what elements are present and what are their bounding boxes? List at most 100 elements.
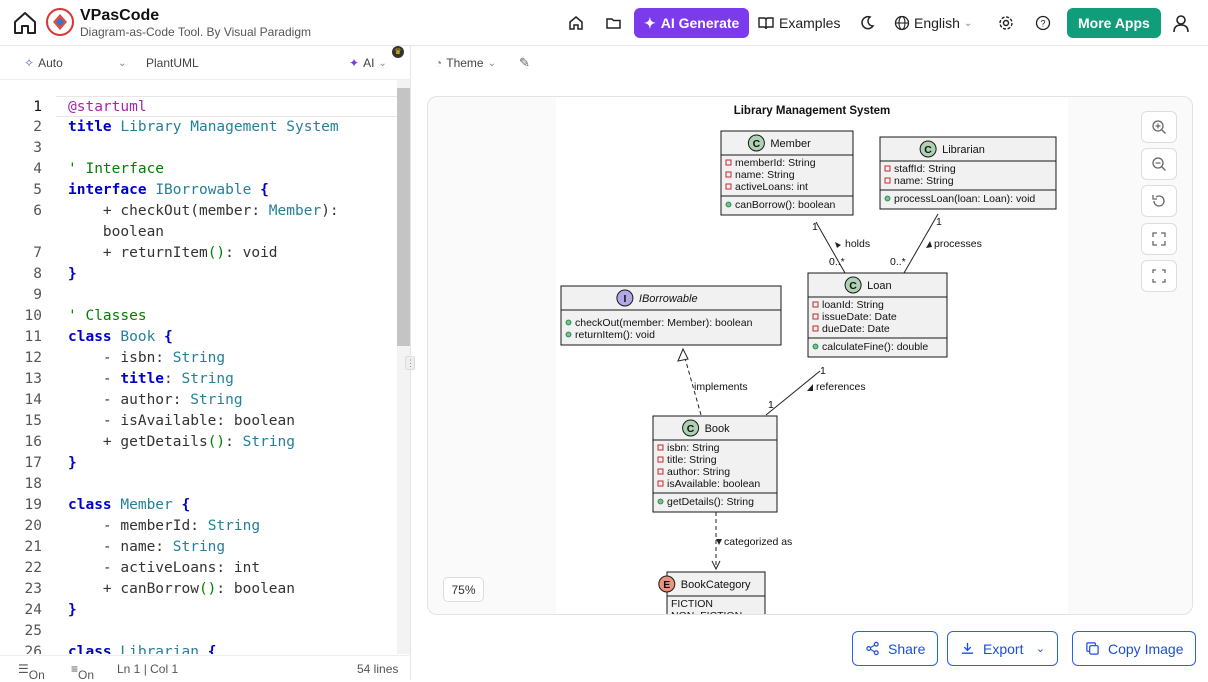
code-text: } [68,264,77,285]
code-line: 9 [0,285,397,306]
minimap-toggle[interactable]: ≡ On [71,662,94,682]
app-logo [46,8,74,36]
code-token: String [207,518,261,534]
status-bar: ☰ On ≡ On Ln 1 | Col 1 54 lines [0,655,411,682]
code-text: + canBorrow(): boolean [68,579,295,600]
code-token: } [68,455,77,471]
code-token: } [68,266,77,282]
stereotype-letter: C [687,423,695,435]
code-text: + getDetails(): String [68,432,295,453]
line-number: 26 [24,644,42,654]
code-token: () [198,581,217,597]
export-button[interactable]: Export ⌄ [947,631,1058,666]
line-number: 12 [24,350,42,366]
code-token: : void [225,245,278,261]
class-name: Librarian [942,144,985,156]
settings-icon[interactable] [996,8,1016,38]
code-token: Book [120,329,165,345]
code-token: title [120,371,165,387]
user-avatar-icon[interactable] [1168,8,1194,38]
home-icon[interactable] [10,8,40,38]
code-token: IBorrowable [155,182,261,198]
class-attribute: loanId: String [822,299,884,311]
code-token: : boolean [216,581,295,597]
code-text: - author: String [68,390,243,411]
code-text: ' Interface [68,159,164,180]
code-token: title [68,119,121,135]
scrollbar-thumb[interactable] [397,88,410,346]
class-operation: checkOut(member: Member): boolean [575,317,753,329]
diagram-canvas[interactable]: Library Management System holds 1 0..* p… [427,96,1193,615]
class-attribute: memberId: String [735,157,816,169]
code-token: ' Interface [68,161,165,177]
code-line: 24} [0,600,397,621]
open-folder-icon[interactable] [603,8,625,38]
code-line: 6 + checkOut(member: Member): [0,201,397,222]
ai-assist-button[interactable]: ✦ AI ⌄ [349,56,387,70]
references-multiplicity-1: 1 [820,365,826,377]
dark-mode-icon[interactable] [857,8,877,38]
book-icon [758,17,774,30]
download-icon [961,642,974,654]
code-text: + returnItem(): void [68,243,278,264]
class-attribute: name: String [735,169,795,181]
realization-arrowhead [677,347,689,362]
line-count: 54 lines [357,662,399,676]
processes-link [903,213,939,274]
code-text: - memberId: String [68,516,260,537]
class-attribute: dueDate: Date [822,323,890,335]
code-token: + canBorrow [68,581,199,597]
fit-to-screen-icon[interactable] [1141,223,1177,255]
code-text: - title: String [68,369,234,390]
class-attribute: author: String [667,466,730,478]
zoom-out-icon[interactable] [1141,148,1177,180]
categorized-label: categorized as [724,536,792,548]
code-line: 4 ' Interface [0,159,397,180]
help-icon[interactable]: ? [1033,8,1053,38]
crown-icon: ♛ [392,46,404,58]
examples-button[interactable]: Examples [758,8,840,38]
line-number: 14 [24,392,42,408]
auto-icon: ✧ [24,56,35,70]
line-number: 11 [24,329,42,345]
more-apps-button[interactable]: More Apps [1067,8,1161,38]
theme-select[interactable]: ◔ Theme ⌄ [435,56,496,70]
copy-image-button[interactable]: Copy Image [1072,631,1197,666]
uml-class-member: C Member memberId: Stringname: Stringactiv… [720,130,854,216]
code-text: @startuml [68,97,147,118]
edit-pencil-icon[interactable]: ✎ [519,55,530,71]
code-line: 17} [0,453,397,474]
mode-select[interactable]: ✧ Auto ⌄ [24,56,126,70]
code-editor[interactable]: 1 @startuml 2 title Library Management Syst… [0,80,397,654]
chevron-down-icon: ⌄ [487,57,496,69]
line-number: 2 [33,119,42,135]
code-token: String [190,392,243,408]
uml-diagram: Library Management System holds 1 0..* p… [556,97,1068,614]
preview-pane: ◔ Theme ⌄ ✎ Library Management System ho… [411,46,1208,680]
code-text: } [68,453,77,474]
code-token: Library Management System [120,119,339,135]
zoom-in-icon[interactable] [1141,111,1177,143]
code-text: - name: String [68,537,225,558]
references-label: references [816,381,866,393]
class-attribute: activeLoans: int [735,181,808,193]
language-select[interactable]: English ⌄ [894,8,972,38]
share-button[interactable]: Share [852,631,939,666]
code-token: class [68,497,121,513]
reset-view-icon[interactable] [1141,185,1177,217]
fullscreen-icon[interactable] [1141,260,1177,292]
wrap-toggle[interactable]: ☰ On [18,662,45,682]
ai-generate-button[interactable]: ✦ AI Generate [634,8,750,38]
home-nav-icon[interactable] [565,8,587,38]
language-label[interactable]: PlantUML [146,56,199,70]
class-operation: getDetails(): String [667,496,754,508]
class-name: IBorrowable [639,293,698,305]
holds-multiplicity-2: 0..* [829,256,845,268]
preview-toolbar: ◔ Theme ⌄ ✎ [411,46,1208,80]
line-number: 7 [33,245,42,261]
line-number: 9 [33,287,42,303]
chevron-down-icon: ⌄ [1035,643,1045,655]
code-line: 10 ' Classes [0,306,397,327]
class-operation: returnItem(): void [575,329,655,341]
class-attribute: issueDate: Date [822,311,897,323]
